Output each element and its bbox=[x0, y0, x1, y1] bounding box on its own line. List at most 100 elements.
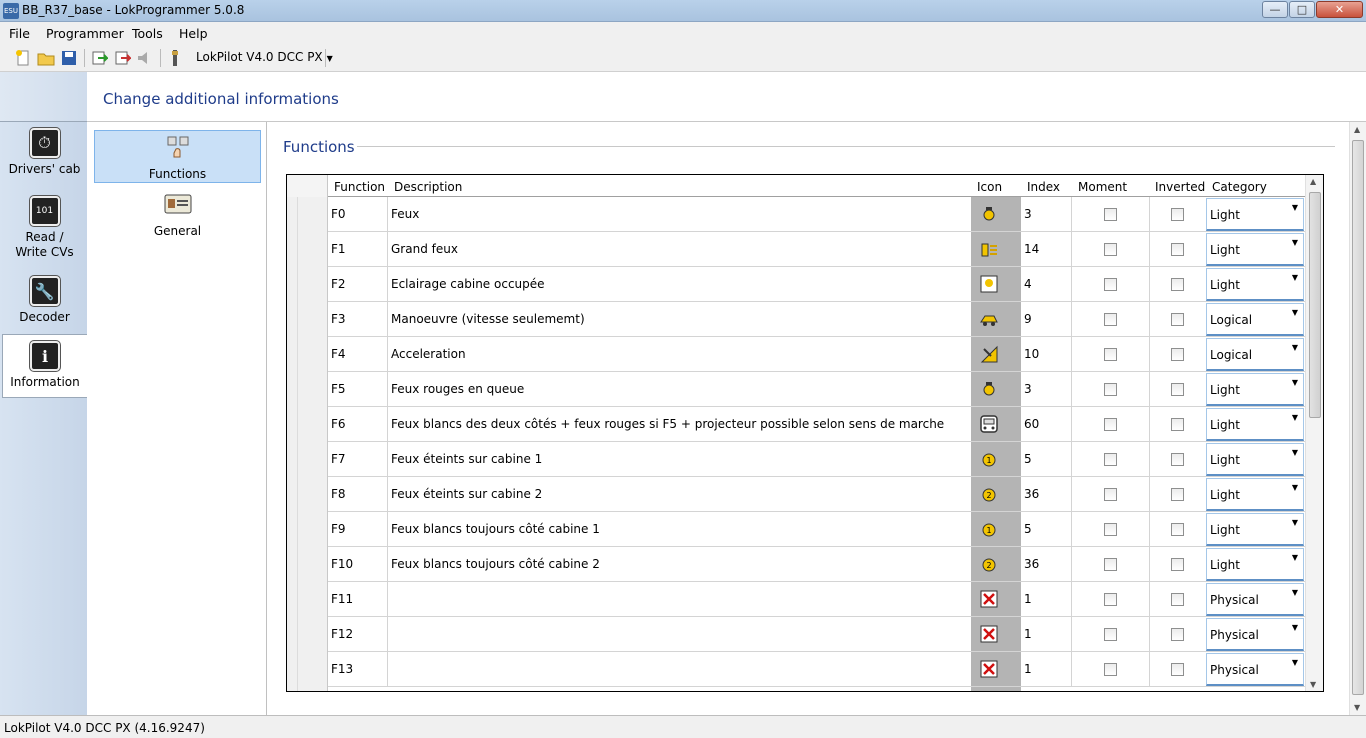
moment-checkbox[interactable] bbox=[1104, 418, 1117, 431]
cab1-light-icon[interactable]: 1 bbox=[979, 519, 999, 539]
category-select[interactable]: Logical ▼ bbox=[1206, 303, 1304, 336]
table-row[interactable]: F13 1 Physical ▼ bbox=[328, 652, 1305, 687]
moment-checkbox[interactable] bbox=[1104, 628, 1117, 641]
inverted-checkbox[interactable] bbox=[1171, 558, 1184, 571]
new-file-icon[interactable] bbox=[14, 49, 32, 67]
cab-light-icon[interactable] bbox=[979, 274, 999, 294]
inverted-checkbox[interactable] bbox=[1171, 243, 1184, 256]
category-select[interactable]: Physical ▼ bbox=[1206, 583, 1304, 616]
inverted-checkbox[interactable] bbox=[1171, 488, 1184, 501]
inverted-checkbox[interactable] bbox=[1171, 628, 1184, 641]
headlight-icon[interactable] bbox=[979, 204, 999, 224]
category-select[interactable]: Light ▼ bbox=[1206, 548, 1304, 581]
shunting-icon[interactable] bbox=[979, 309, 999, 329]
index-cell[interactable]: 5 bbox=[1024, 442, 1032, 477]
category-select[interactable]: Light ▼ bbox=[1206, 443, 1304, 476]
maximize-button[interactable]: □ bbox=[1289, 1, 1315, 18]
moment-checkbox[interactable] bbox=[1104, 523, 1117, 536]
moment-checkbox[interactable] bbox=[1104, 243, 1117, 256]
menu-file[interactable]: File bbox=[9, 26, 30, 41]
read-decoder-icon[interactable] bbox=[90, 49, 108, 67]
sidebar-item-decoder[interactable]: 🔧 Decoder bbox=[2, 270, 87, 332]
table-row[interactable]: F1 Grand feux 14 Light ▼ bbox=[328, 232, 1305, 267]
table-row[interactable]: F12 1 Physical ▼ bbox=[328, 617, 1305, 652]
inverted-checkbox[interactable] bbox=[1171, 453, 1184, 466]
inverted-checkbox[interactable] bbox=[1171, 418, 1184, 431]
table-row[interactable]: F9 Feux blancs toujours côté cabine 1 1 5 Li… bbox=[328, 512, 1305, 547]
sidebar-item-drivers-cab[interactable]: ⏱ Drivers' cab bbox=[2, 122, 87, 187]
column-header-inverted[interactable]: Inverted bbox=[1155, 180, 1205, 194]
index-cell[interactable]: 10 bbox=[1024, 337, 1039, 372]
index-cell[interactable]: 36 bbox=[1024, 547, 1039, 582]
table-row[interactable]: F5 Feux rouges en queue 3 Light ▼ bbox=[328, 372, 1305, 407]
none-icon[interactable] bbox=[979, 659, 999, 679]
subnav-item-functions[interactable]: Functions bbox=[94, 130, 261, 183]
scroll-up-icon[interactable]: ▲ bbox=[1354, 125, 1360, 134]
close-button[interactable]: ✕ bbox=[1316, 1, 1363, 18]
inverted-checkbox[interactable] bbox=[1171, 523, 1184, 536]
open-folder-icon[interactable] bbox=[37, 49, 55, 67]
category-select[interactable]: Light ▼ bbox=[1206, 268, 1304, 301]
category-select[interactable]: Light ▼ bbox=[1206, 233, 1304, 266]
index-cell[interactable]: 4 bbox=[1024, 267, 1032, 302]
scroll-down-icon[interactable]: ▼ bbox=[1310, 680, 1316, 689]
moment-checkbox[interactable] bbox=[1104, 488, 1117, 501]
inverted-checkbox[interactable] bbox=[1171, 313, 1184, 326]
table-row[interactable]: F10 Feux blancs toujours côté cabine 2 2 36… bbox=[328, 547, 1305, 582]
moment-checkbox[interactable] bbox=[1104, 663, 1117, 676]
table-row[interactable]: F8 Feux éteints sur cabine 2 2 36 Light ▼ bbox=[328, 477, 1305, 512]
programmer-icon[interactable] bbox=[166, 49, 184, 67]
inverted-checkbox[interactable] bbox=[1171, 208, 1184, 221]
save-icon[interactable] bbox=[60, 49, 78, 67]
index-cell[interactable]: 36 bbox=[1024, 477, 1039, 512]
loco-front-icon[interactable] bbox=[979, 414, 999, 434]
description-cell[interactable] bbox=[391, 652, 966, 687]
menu-programmer[interactable]: Programmer bbox=[46, 26, 124, 41]
scroll-up-icon[interactable]: ▲ bbox=[1310, 177, 1316, 186]
moment-checkbox[interactable] bbox=[1104, 278, 1117, 291]
table-row[interactable]: F0 Feux 3 Light ▼ bbox=[328, 197, 1305, 232]
description-cell[interactable]: Feux bbox=[391, 197, 966, 232]
index-cell[interactable]: 3 bbox=[1024, 372, 1032, 407]
cab1-light-icon[interactable]: 1 bbox=[979, 449, 999, 469]
index-cell[interactable]: 1 bbox=[1024, 582, 1032, 617]
description-cell[interactable] bbox=[391, 617, 966, 652]
table-scrollbar[interactable]: ▲ ▼ bbox=[1305, 175, 1323, 691]
index-cell[interactable]: 9 bbox=[1024, 302, 1032, 337]
sidebar-item-information[interactable]: i Information bbox=[2, 334, 87, 398]
table-row[interactable]: F2 Eclairage cabine occupée 4 Light ▼ bbox=[328, 267, 1305, 302]
none-icon[interactable] bbox=[979, 589, 999, 609]
menu-help[interactable]: Help bbox=[179, 26, 208, 41]
table-row[interactable]: F3 Manoeuvre (vitesse seulememt) 9 Logical ▼ bbox=[328, 302, 1305, 337]
category-select[interactable]: Light ▼ bbox=[1206, 408, 1304, 441]
sidebar-item-read-write-cvs[interactable]: 101 Read / Write CVs bbox=[2, 190, 87, 268]
cab2-light-icon[interactable]: 2 bbox=[979, 484, 999, 504]
category-select[interactable]: Light ▼ bbox=[1206, 373, 1304, 406]
index-cell[interactable]: 3 bbox=[1024, 197, 1032, 232]
moment-checkbox[interactable] bbox=[1104, 453, 1117, 466]
description-cell[interactable]: Manoeuvre (vitesse seulememt) bbox=[391, 302, 966, 337]
inverted-checkbox[interactable] bbox=[1171, 278, 1184, 291]
column-header-index[interactable]: Index bbox=[1027, 180, 1060, 194]
moment-checkbox[interactable] bbox=[1104, 383, 1117, 396]
index-cell[interactable]: 60 bbox=[1024, 407, 1039, 442]
index-cell[interactable]: 1 bbox=[1024, 617, 1032, 652]
none-icon[interactable] bbox=[979, 624, 999, 644]
description-cell[interactable]: Acceleration bbox=[391, 337, 966, 372]
description-cell[interactable]: Feux éteints sur cabine 1 bbox=[391, 442, 966, 477]
category-select[interactable]: Light ▼ bbox=[1206, 478, 1304, 511]
category-select[interactable]: Physical ▼ bbox=[1206, 653, 1304, 686]
high-beam-icon[interactable] bbox=[979, 239, 999, 259]
table-row[interactable]: F7 Feux éteints sur cabine 1 1 5 Light ▼ bbox=[328, 442, 1305, 477]
acceleration-icon[interactable] bbox=[979, 344, 999, 364]
moment-checkbox[interactable] bbox=[1104, 558, 1117, 571]
cab2-light-icon[interactable]: 2 bbox=[979, 554, 999, 574]
description-cell[interactable]: Grand feux bbox=[391, 232, 966, 267]
inverted-checkbox[interactable] bbox=[1171, 663, 1184, 676]
description-cell[interactable]: Feux blancs des deux côtés + feux rouges… bbox=[391, 407, 966, 442]
column-header-moment[interactable]: Moment bbox=[1078, 180, 1127, 194]
moment-checkbox[interactable] bbox=[1104, 593, 1117, 606]
description-cell[interactable]: Feux blancs toujours côté cabine 1 bbox=[391, 512, 966, 547]
decoder-dropdown[interactable]: LokPilot V4.0 DCC PX ▼ bbox=[196, 50, 333, 64]
inverted-checkbox[interactable] bbox=[1171, 348, 1184, 361]
